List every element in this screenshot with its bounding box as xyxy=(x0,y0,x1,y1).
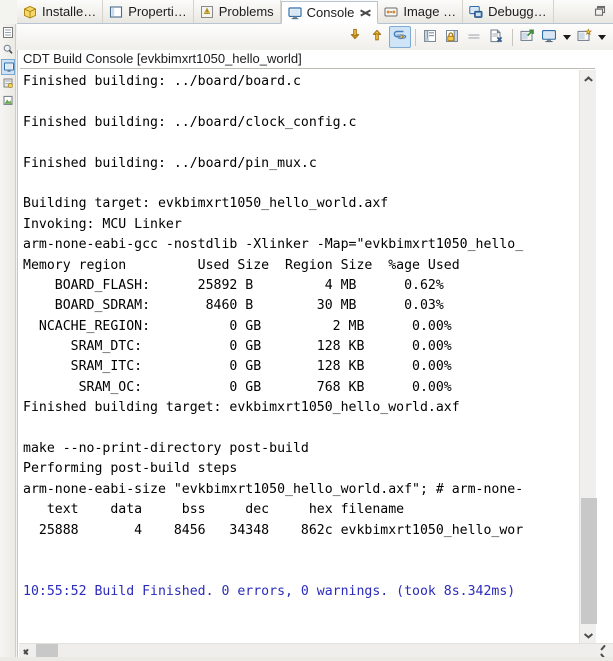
memory-icon xyxy=(3,95,13,105)
problems-icon xyxy=(199,4,215,20)
display-console-icon[interactable] xyxy=(539,26,561,48)
fastview-item-outline[interactable] xyxy=(1,25,15,41)
console-line: text data bss dec hex filename xyxy=(23,502,405,518)
console-title: CDT Build Console [evkbimxrt1050_hello_w… xyxy=(20,50,595,69)
console-line: Finished building target: evkbimxrt1050_… xyxy=(23,400,460,416)
tab-label: Installe… xyxy=(42,4,97,19)
fastview-item-registers[interactable] xyxy=(1,76,15,92)
tab-problems[interactable]: Problems xyxy=(194,0,281,23)
console-line: NCACHE_REGION: 0 GB 2 MB 0.00% xyxy=(23,318,452,334)
fastview-item-console[interactable] xyxy=(1,59,15,75)
console-icon xyxy=(287,5,303,21)
console-line: Finished building: ../board/pin_mux.c xyxy=(23,155,317,171)
console-view-toolbar xyxy=(17,24,613,50)
restore-view-button[interactable] xyxy=(592,3,608,19)
toolbar-separator xyxy=(512,28,513,46)
console-line: BOARD_SDRAM: 8460 B 30 MB 0.03% xyxy=(23,298,444,314)
console-line: 10:55:52 Build Finished. 0 errors, 0 war… xyxy=(23,583,516,599)
console-line: Finished building: ../board/clock_config… xyxy=(23,114,357,130)
open-console-icon[interactable] xyxy=(517,26,539,48)
tab-image-info[interactable]: Image … xyxy=(378,0,464,23)
lock-scroll-icon[interactable] xyxy=(442,26,464,48)
console-line: Invoking: MCU Linker xyxy=(23,216,182,232)
fastview-item-memory[interactable] xyxy=(1,93,15,109)
registers-icon xyxy=(3,78,13,89)
console-icon xyxy=(4,62,14,72)
view-tab-bar: Installe… Properti… Problems Console Ima… xyxy=(17,0,613,24)
vertical-scroll-thumb[interactable] xyxy=(581,498,597,624)
scroll-up-icon[interactable] xyxy=(367,26,389,48)
bottom-window-edge xyxy=(0,657,613,661)
tab-label: Properti… xyxy=(128,4,187,19)
console-line: Finished building: ../board/board.c xyxy=(23,74,301,89)
fastview-item-search[interactable] xyxy=(1,42,15,58)
debugger-console-icon xyxy=(468,4,484,20)
tab-installed-sdks[interactable]: Installe… xyxy=(17,0,104,23)
installed-sdks-icon xyxy=(22,4,38,20)
tab-label: Debugg… xyxy=(488,4,547,19)
console-line: arm-none-eabi-gcc -nostdlib -Xlinker -Ma… xyxy=(23,237,524,253)
scroll-down-arrow[interactable] xyxy=(580,627,597,644)
scroll-lock-down-icon[interactable] xyxy=(345,26,367,48)
new-console-icon[interactable] xyxy=(574,26,596,48)
search-icon xyxy=(3,44,13,54)
console-line: Building target: evkbimxrt1050_hello_wor… xyxy=(23,196,389,212)
toolbar-separator xyxy=(415,28,416,46)
console-line: Memory region Used Size Region Size %age… xyxy=(23,257,460,273)
console-line: make --no-print-directory post-build xyxy=(23,441,309,457)
display-console-dropdown[interactable] xyxy=(561,26,574,48)
tab-label: Console xyxy=(306,5,355,20)
tab-label: Problems xyxy=(218,4,274,19)
console-vertical-scrollbar[interactable] xyxy=(579,70,597,644)
close-icon[interactable] xyxy=(360,7,371,18)
console-line: SRAM_OC: 0 GB 768 KB 0.00% xyxy=(23,379,452,395)
word-wrap-icon[interactable] xyxy=(464,26,486,48)
properties-icon xyxy=(108,4,124,20)
console-line: SRAM_ITC: 0 GB 128 KB 0.00% xyxy=(23,359,452,375)
console-line: 25888 4 8456 34348 862c evkbimxrt1050_he… xyxy=(23,522,524,538)
outline-icon xyxy=(3,27,13,38)
pin-console-icon[interactable] xyxy=(389,26,411,48)
image-info-icon xyxy=(383,4,399,20)
console-output[interactable]: Finished building: ../board/board.c Fini… xyxy=(19,70,596,643)
console-line: Performing post-build steps xyxy=(23,461,238,477)
fast-view-bar xyxy=(0,24,16,661)
clear-console-icon[interactable] xyxy=(420,26,442,48)
scroll-up-arrow[interactable] xyxy=(580,70,597,87)
console-line: BOARD_FLASH: 25892 B 4 MB 0.62% xyxy=(23,277,444,293)
tab-properties[interactable]: Properti… xyxy=(103,0,194,23)
tab-console[interactable]: Console xyxy=(280,1,379,24)
console-content-area: CDT Build Console [evkbimxrt1050_hello_w… xyxy=(17,50,613,661)
console-line: SRAM_DTC: 0 GB 128 KB 0.00% xyxy=(23,339,452,355)
new-console-dropdown[interactable] xyxy=(596,26,609,48)
tab-label: Image … xyxy=(403,4,457,19)
tab-debugger-console[interactable]: Debugg… xyxy=(463,0,554,23)
remove-console-icon[interactable] xyxy=(486,26,508,48)
console-view-window: Installe… Properti… Problems Console Ima… xyxy=(0,0,613,661)
console-line: arm-none-eabi-size "evkbimxrt1050_hello_… xyxy=(23,481,524,497)
